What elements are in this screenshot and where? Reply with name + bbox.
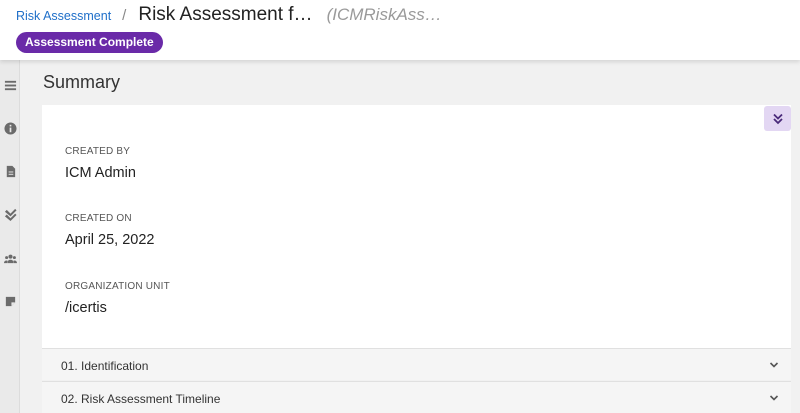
created-on-value: April 25, 2022 <box>65 232 155 248</box>
breadcrumb-separator: / <box>122 7 127 24</box>
double-check-icon[interactable] <box>3 207 17 221</box>
created-by-value: ICM Admin <box>65 165 136 181</box>
section-label: 02. Risk Assessment Timeline <box>61 392 221 406</box>
summary-title: Summary <box>43 72 121 92</box>
record-id: (ICMRiskAss… <box>326 5 442 24</box>
breadcrumb: Risk Assessment / Risk Assessment f… (IC… <box>16 4 442 28</box>
chevron-down-icon <box>769 357 779 368</box>
organization-unit-label: ORGANIZATION UNIT <box>65 281 170 292</box>
created-on-label: CREATED ON <box>65 213 132 224</box>
summary-card <box>42 105 791 348</box>
page-title: Risk Assessment f… <box>138 4 313 25</box>
document-icon[interactable] <box>3 164 17 178</box>
section-risk-assessment-timeline[interactable]: 02. Risk Assessment Timeline <box>42 381 791 413</box>
status-badge: Assessment Complete <box>16 32 163 53</box>
chevron-down-icon <box>769 390 779 401</box>
info-icon[interactable] <box>3 121 17 135</box>
page-header: Risk Assessment / Risk Assessment f… (IC… <box>0 0 800 60</box>
section-identification[interactable]: 01. Identification <box>42 348 791 380</box>
breadcrumb-parent-link[interactable]: Risk Assessment <box>16 9 111 23</box>
left-rail <box>0 60 20 413</box>
note-icon[interactable] <box>3 294 17 308</box>
menu-icon[interactable] <box>3 78 17 92</box>
section-label: 01. Identification <box>61 359 149 373</box>
users-icon[interactable] <box>3 251 17 265</box>
organization-unit-value: /icertis <box>65 300 107 316</box>
collapse-all-button[interactable] <box>764 106 791 131</box>
chevron-double-down-icon <box>772 113 783 124</box>
created-by-label: CREATED BY <box>65 146 131 157</box>
